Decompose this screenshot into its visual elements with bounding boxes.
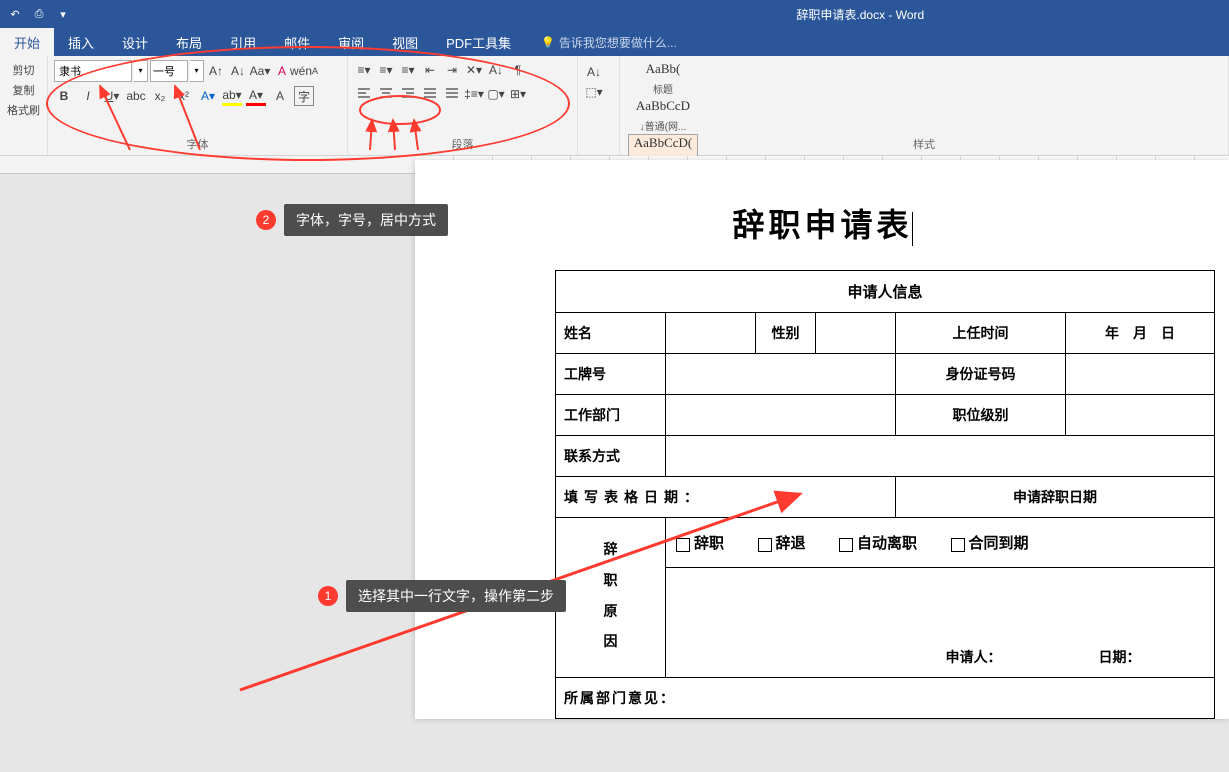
document-page[interactable]: 辞职申请表 申请人信息 姓名 性别 上任时间 年 月 日 工牌号 身份证号码 工… xyxy=(415,160,1229,719)
label-dept: 工作部门 xyxy=(556,395,666,436)
text-effects-icon[interactable]: A▾ xyxy=(198,86,218,106)
tab-layout[interactable]: 布局 xyxy=(162,28,216,56)
tab-start[interactable]: 开始 xyxy=(0,28,54,56)
tab-review[interactable]: 审阅 xyxy=(324,28,378,56)
text-cursor xyxy=(912,212,913,246)
align-right-button[interactable] xyxy=(398,84,418,104)
format-painter-button[interactable]: 格式刷 xyxy=(6,102,41,118)
align-left-button[interactable] xyxy=(354,84,374,104)
decrease-indent-icon[interactable]: ⇤ xyxy=(420,60,440,80)
bold-button[interactable]: B xyxy=(54,86,74,106)
ribbon-tabs: 开始 插入 设计 布局 引用 邮件 审阅 视图 PDF工具集 告诉我您想要做什么… xyxy=(0,28,1229,56)
align-center-button[interactable] xyxy=(376,84,396,104)
option-contract[interactable]: 合同到期 xyxy=(951,532,1029,553)
styles-group-label: 样式 xyxy=(620,136,1228,152)
asian-layout-icon[interactable]: ✕▾ xyxy=(464,60,484,80)
highlight-icon[interactable]: ab▾ xyxy=(222,86,242,106)
label-reason: 辞 职 原 因 xyxy=(556,518,666,678)
callout-step2: 2 字体，字号，居中方式 xyxy=(284,204,448,236)
align-distribute-button[interactable] xyxy=(442,84,462,104)
styles-group: AaBb(标题 AaBbCcD↓普通(网... AaBbCcD(↓正文 AaBb… xyxy=(620,56,1229,155)
redo-dropdown-icon[interactable]: ⎙ xyxy=(30,5,48,23)
editing-group: A↓ ⬚▾ xyxy=(578,56,620,155)
numbering-icon[interactable]: ≡▾ xyxy=(376,60,396,80)
sort-icon[interactable]: A↓ xyxy=(486,60,506,80)
italic-button[interactable]: I xyxy=(78,86,98,106)
resign-options: 辞职 辞退 自动离职 合同到期 xyxy=(666,518,1215,568)
subscript-button[interactable]: x₂ xyxy=(150,86,170,106)
increase-indent-icon[interactable]: ⇥ xyxy=(442,60,462,80)
title-bar: ↶ ⎙ ▾ 辞职申请表.docx - Word xyxy=(0,0,1229,28)
document-area: 辞职申请表 申请人信息 姓名 性别 上任时间 年 月 日 工牌号 身份证号码 工… xyxy=(0,156,1229,772)
cut-button[interactable]: 剪切 xyxy=(6,62,41,78)
label-resigndate: 申请辞职日期 xyxy=(896,477,1215,518)
font-name-dropdown-icon[interactable]: ▾ xyxy=(134,60,148,82)
font-name-input[interactable] xyxy=(54,60,132,82)
badge-2: 2 xyxy=(256,210,276,230)
tab-mailings[interactable]: 邮件 xyxy=(270,28,324,56)
tab-design[interactable]: 设计 xyxy=(108,28,162,56)
label-date: 日期： xyxy=(1099,651,1141,666)
font-size-dropdown-icon[interactable]: ▾ xyxy=(190,60,204,82)
resignation-form: 申请人信息 姓名 性别 上任时间 年 月 日 工牌号 身份证号码 工作部门 职位… xyxy=(555,270,1215,719)
shading-icon[interactable]: ▢▾ xyxy=(486,84,506,104)
strikethrough-button[interactable]: abc xyxy=(126,86,146,106)
reason-body[interactable]: 申请人： 日期： xyxy=(666,568,1215,678)
font-group-label: 字体 xyxy=(48,136,347,152)
quick-access-toolbar: ↶ ⎙ ▾ xyxy=(0,5,72,23)
option-resign[interactable]: 辞职 xyxy=(676,532,724,553)
superscript-button[interactable]: x² xyxy=(174,86,194,106)
underline-button[interactable]: U▾ xyxy=(102,86,122,106)
label-dept-opinion: 所属部门意见： xyxy=(556,678,1215,719)
label-rank: 职位级别 xyxy=(896,395,1066,436)
label-contact: 联系方式 xyxy=(556,436,666,477)
qat-dropdown-icon[interactable]: ▾ xyxy=(54,5,72,23)
tab-references[interactable]: 引用 xyxy=(216,28,270,56)
label-idno: 身份证号码 xyxy=(896,354,1066,395)
tab-view[interactable]: 视图 xyxy=(378,28,432,56)
font-group: ▾ ▾ A↑ A↓ Aa▾ A wénA B I U▾ abc x₂ x² A▾… xyxy=(48,56,348,155)
show-marks-icon[interactable]: ¶ xyxy=(508,60,528,80)
style-heading[interactable]: AaBb(标题 xyxy=(628,60,698,97)
line-spacing-icon[interactable]: ‡≡▾ xyxy=(464,84,484,104)
label-name: 姓名 xyxy=(556,313,666,354)
label-ymd: 年 月 日 xyxy=(1066,313,1215,354)
char-shading-icon[interactable]: A xyxy=(270,86,290,106)
increase-font-icon[interactable]: A↑ xyxy=(206,61,226,81)
styles-pane-icon[interactable]: A↓ xyxy=(584,62,604,82)
paragraph-group: ≡▾ ≡▾ ≡▾ ⇤ ⇥ ✕▾ A↓ ¶ ‡≡▾ ▢▾ ⊞▾ 段落 xyxy=(348,56,578,155)
bullets-icon[interactable]: ≡▾ xyxy=(354,60,374,80)
font-color-icon[interactable]: A▾ xyxy=(246,86,266,106)
option-retire[interactable]: 辞退 xyxy=(758,532,806,553)
tab-insert[interactable]: 插入 xyxy=(54,28,108,56)
tab-pdf[interactable]: PDF工具集 xyxy=(432,28,525,56)
undo-icon[interactable]: ↶ xyxy=(6,5,24,23)
document-heading: 辞职申请表 xyxy=(415,200,1229,246)
decrease-font-icon[interactable]: A↓ xyxy=(228,61,248,81)
style-normal-web[interactable]: AaBbCcD↓普通(网... xyxy=(628,97,698,134)
align-justify-button[interactable] xyxy=(420,84,440,104)
section-header: 申请人信息 xyxy=(556,271,1215,313)
option-auto[interactable]: 自动离职 xyxy=(839,532,917,553)
document-title: 辞职申请表.docx - Word xyxy=(796,6,924,23)
label-filldate: 填写表格日期： xyxy=(556,477,896,518)
multilevel-icon[interactable]: ≡▾ xyxy=(398,60,418,80)
ribbon: 剪切 复制 格式刷 ▾ ▾ A↑ A↓ Aa▾ A wénA B I U▾ ab… xyxy=(0,56,1229,156)
label-applicant: 申请人： xyxy=(946,651,1002,666)
label-startdate: 上任时间 xyxy=(896,313,1066,354)
callout-step1: 1 选择其中一行文字，操作第二步 xyxy=(346,580,566,612)
tell-me-search[interactable]: 告诉我您想要做什么... xyxy=(541,28,677,56)
borders-icon[interactable]: ⊞▾ xyxy=(508,84,528,104)
copy-button[interactable]: 复制 xyxy=(6,82,41,98)
select-icon[interactable]: ⬚▾ xyxy=(584,82,604,102)
label-badge: 工牌号 xyxy=(556,354,666,395)
paragraph-group-label: 段落 xyxy=(348,136,577,152)
font-size-input[interactable] xyxy=(150,60,188,82)
char-border-icon[interactable]: 字 xyxy=(294,86,314,106)
clipboard-group: 剪切 复制 格式刷 xyxy=(0,56,48,155)
label-gender: 性别 xyxy=(756,313,816,354)
change-case-icon[interactable]: Aa▾ xyxy=(250,61,270,81)
phonetic-icon[interactable]: wénA xyxy=(294,61,314,81)
badge-1: 1 xyxy=(318,586,338,606)
